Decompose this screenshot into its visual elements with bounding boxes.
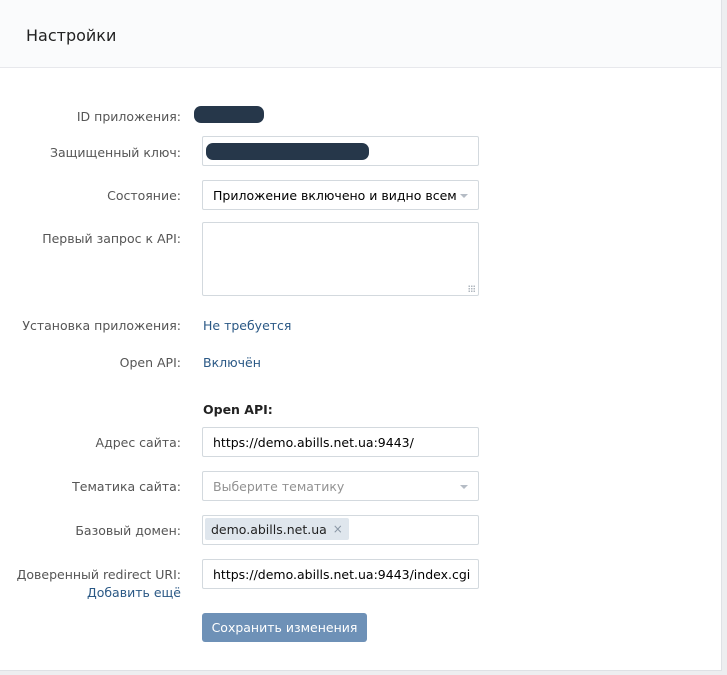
open-api-status-label: Open API: (119, 355, 181, 370)
secret-key-masked-value (206, 143, 369, 160)
site-address-label: Адрес сайта: (95, 435, 181, 450)
site-topic-placeholder: Выберите тематику (213, 479, 345, 494)
chevron-down-icon (460, 194, 468, 198)
add-more-link[interactable]: Добавить ещё (87, 585, 181, 600)
base-domain-token-text: demo.abills.net.ua (211, 521, 327, 537)
save-button[interactable]: Сохранить изменения (202, 613, 367, 642)
secret-key-label: Защищенный ключ: (49, 145, 181, 160)
first-api-request-label: Первый запрос к API: (42, 231, 181, 246)
open-api-section-title: Open API: (203, 402, 273, 417)
site-topic-dropdown[interactable]: Выберите тематику (202, 471, 479, 501)
panel-header: Настройки (0, 0, 721, 68)
page-title: Настройки (26, 26, 117, 45)
base-domain-token: demo.abills.net.ua × (205, 518, 349, 540)
settings-panel: Настройки ID приложения: Защищенный ключ… (0, 0, 722, 671)
open-api-status-link[interactable]: Включён (203, 355, 261, 370)
app-id-label: ID приложения: (76, 109, 181, 124)
secret-key-field[interactable] (202, 136, 479, 166)
state-label: Состояние: (107, 188, 181, 203)
redirect-uri-value: https://demo.abills.net.ua:9443/index.cg… (213, 567, 471, 582)
redirect-uri-input[interactable]: https://demo.abills.net.ua:9443/index.cg… (202, 559, 479, 589)
state-selected-value: Приложение включено и видно всем (213, 188, 457, 203)
close-icon[interactable]: × (333, 522, 343, 536)
redirect-uri-label: Доверенный redirect URI: (16, 567, 181, 582)
first-api-request-textarea[interactable] (202, 222, 479, 296)
chevron-down-icon (460, 485, 468, 489)
app-id-masked-value (194, 106, 264, 123)
site-address-value: https://demo.abills.net.ua:9443/ (213, 435, 414, 450)
install-label: Установка приложения: (22, 318, 181, 333)
base-domain-label: Базовый домен: (75, 523, 181, 538)
resize-grip-icon[interactable] (468, 285, 475, 292)
site-topic-label: Тематика сайта: (72, 479, 181, 494)
site-address-input[interactable]: https://demo.abills.net.ua:9443/ (202, 427, 479, 457)
install-link[interactable]: Не требуется (203, 318, 291, 333)
state-dropdown[interactable]: Приложение включено и видно всем (202, 180, 479, 210)
